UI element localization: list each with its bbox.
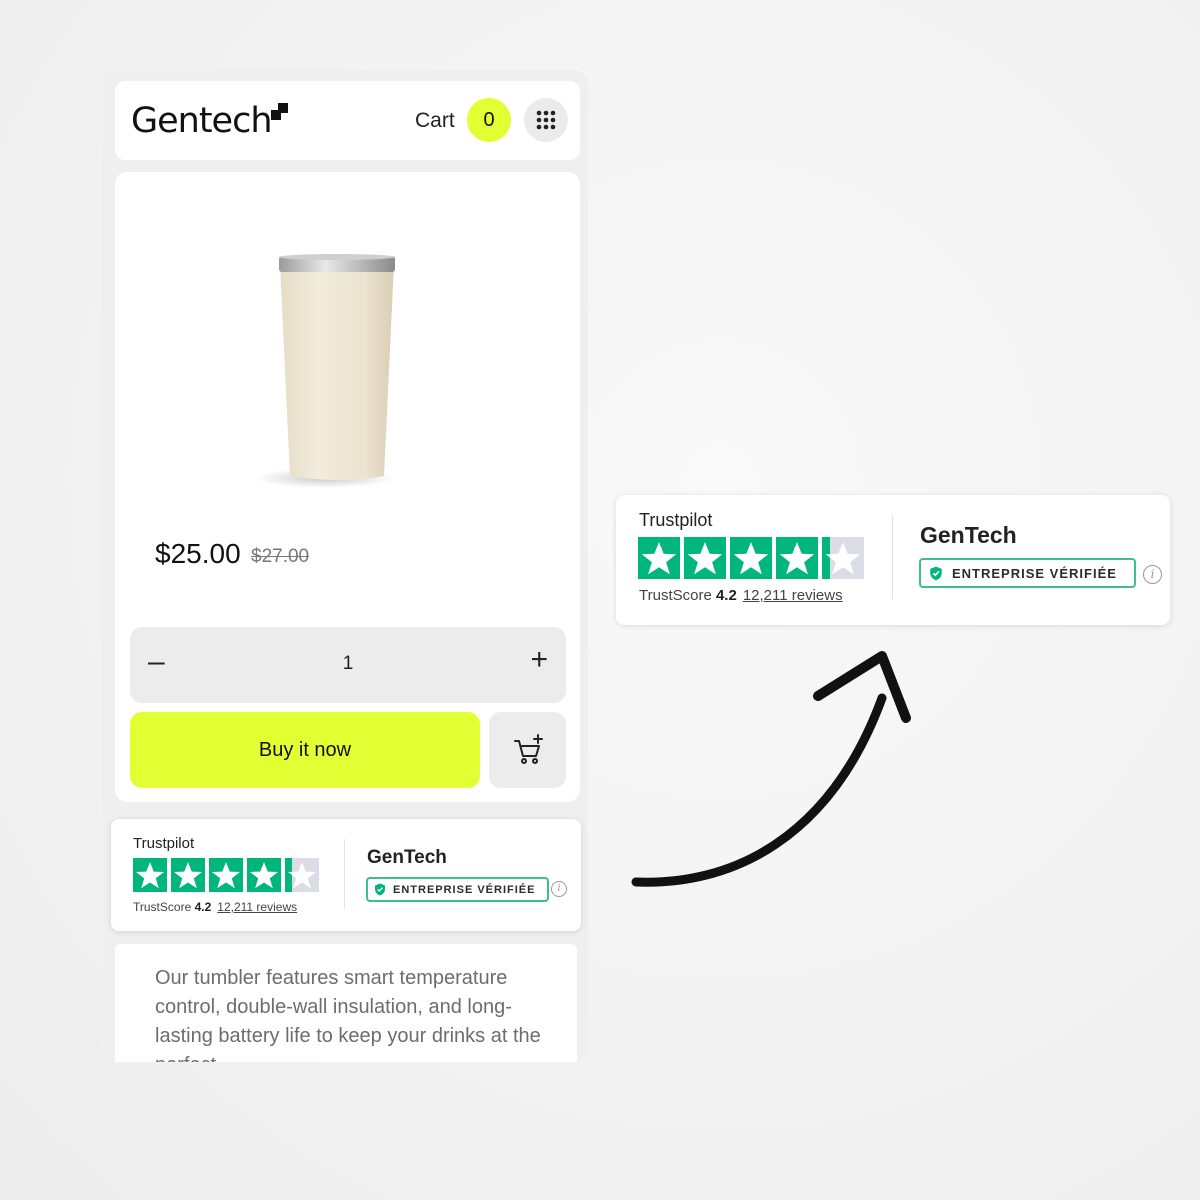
- info-icon[interactable]: i: [551, 881, 567, 897]
- verified-badge: ENTREPRISE VÉRIFIÉE: [366, 877, 549, 902]
- trustpilot-stars: [638, 537, 864, 579]
- star-5: [285, 858, 319, 892]
- grid-dots-icon: [536, 110, 556, 130]
- logo-mark-icon: [271, 103, 288, 120]
- verified-badge: ENTREPRISE VÉRIFIÉE: [919, 558, 1136, 588]
- star-1: [133, 858, 167, 892]
- shield-check-icon: [375, 883, 385, 896]
- product-image[interactable]: [240, 252, 440, 492]
- star-1: [638, 537, 680, 579]
- site-logo[interactable]: Gentech: [131, 101, 273, 141]
- description-text: Our tumbler features smart temperature c…: [155, 967, 541, 1062]
- divider: [892, 515, 893, 599]
- increase-quantity-button[interactable]: +: [530, 643, 548, 677]
- original-price: $27.00: [251, 546, 310, 567]
- trustscore: TrustScore 4.2 12,211 reviews: [639, 587, 843, 604]
- cart-count-badge[interactable]: 0: [467, 98, 511, 142]
- buy-now-button[interactable]: Buy it now: [130, 712, 480, 788]
- quantity-value[interactable]: 1: [130, 653, 566, 675]
- star-2: [171, 858, 205, 892]
- trustpilot-brand: Trustpilot: [639, 510, 713, 530]
- product-description: Our tumbler features smart temperature c…: [115, 944, 577, 1062]
- current-price: $25.00: [155, 538, 241, 569]
- company-name: GenTech: [920, 522, 1017, 548]
- menu-button[interactable]: [524, 98, 568, 142]
- star-3: [730, 537, 772, 579]
- site-header: Gentech Cart 0: [115, 81, 580, 160]
- star-4: [776, 537, 818, 579]
- shield-check-icon: [930, 566, 942, 580]
- add-to-cart-button[interactable]: [489, 712, 566, 788]
- info-icon[interactable]: i: [1143, 565, 1162, 584]
- trustpilot-widget-small[interactable]: Trustpilot TrustScore 4.2 12,211 reviews …: [111, 819, 581, 931]
- company-name: GenTech: [367, 847, 447, 868]
- star-3: [209, 858, 243, 892]
- cart-plus-icon: [514, 734, 543, 764]
- quantity-stepper: – 1 +: [130, 627, 566, 703]
- trustpilot-widget-large[interactable]: Trustpilot TrustScore 4.2 12,211 reviews …: [616, 495, 1170, 625]
- cart-label[interactable]: Cart: [415, 109, 455, 133]
- product-card: $25.00 $27.00 – 1 + Buy it now: [115, 172, 580, 802]
- trustpilot-stars: [133, 858, 319, 892]
- curved-arrow-icon: [631, 651, 911, 887]
- star-2: [684, 537, 726, 579]
- divider: [344, 839, 345, 909]
- trustscore: TrustScore 4.2 12,211 reviews: [133, 900, 298, 914]
- star-5: [822, 537, 864, 579]
- reviews-link[interactable]: 12,211 reviews: [217, 900, 297, 914]
- reviews-link[interactable]: 12,211 reviews: [743, 587, 843, 604]
- star-4: [247, 858, 281, 892]
- trustpilot-brand: Trustpilot: [133, 835, 195, 852]
